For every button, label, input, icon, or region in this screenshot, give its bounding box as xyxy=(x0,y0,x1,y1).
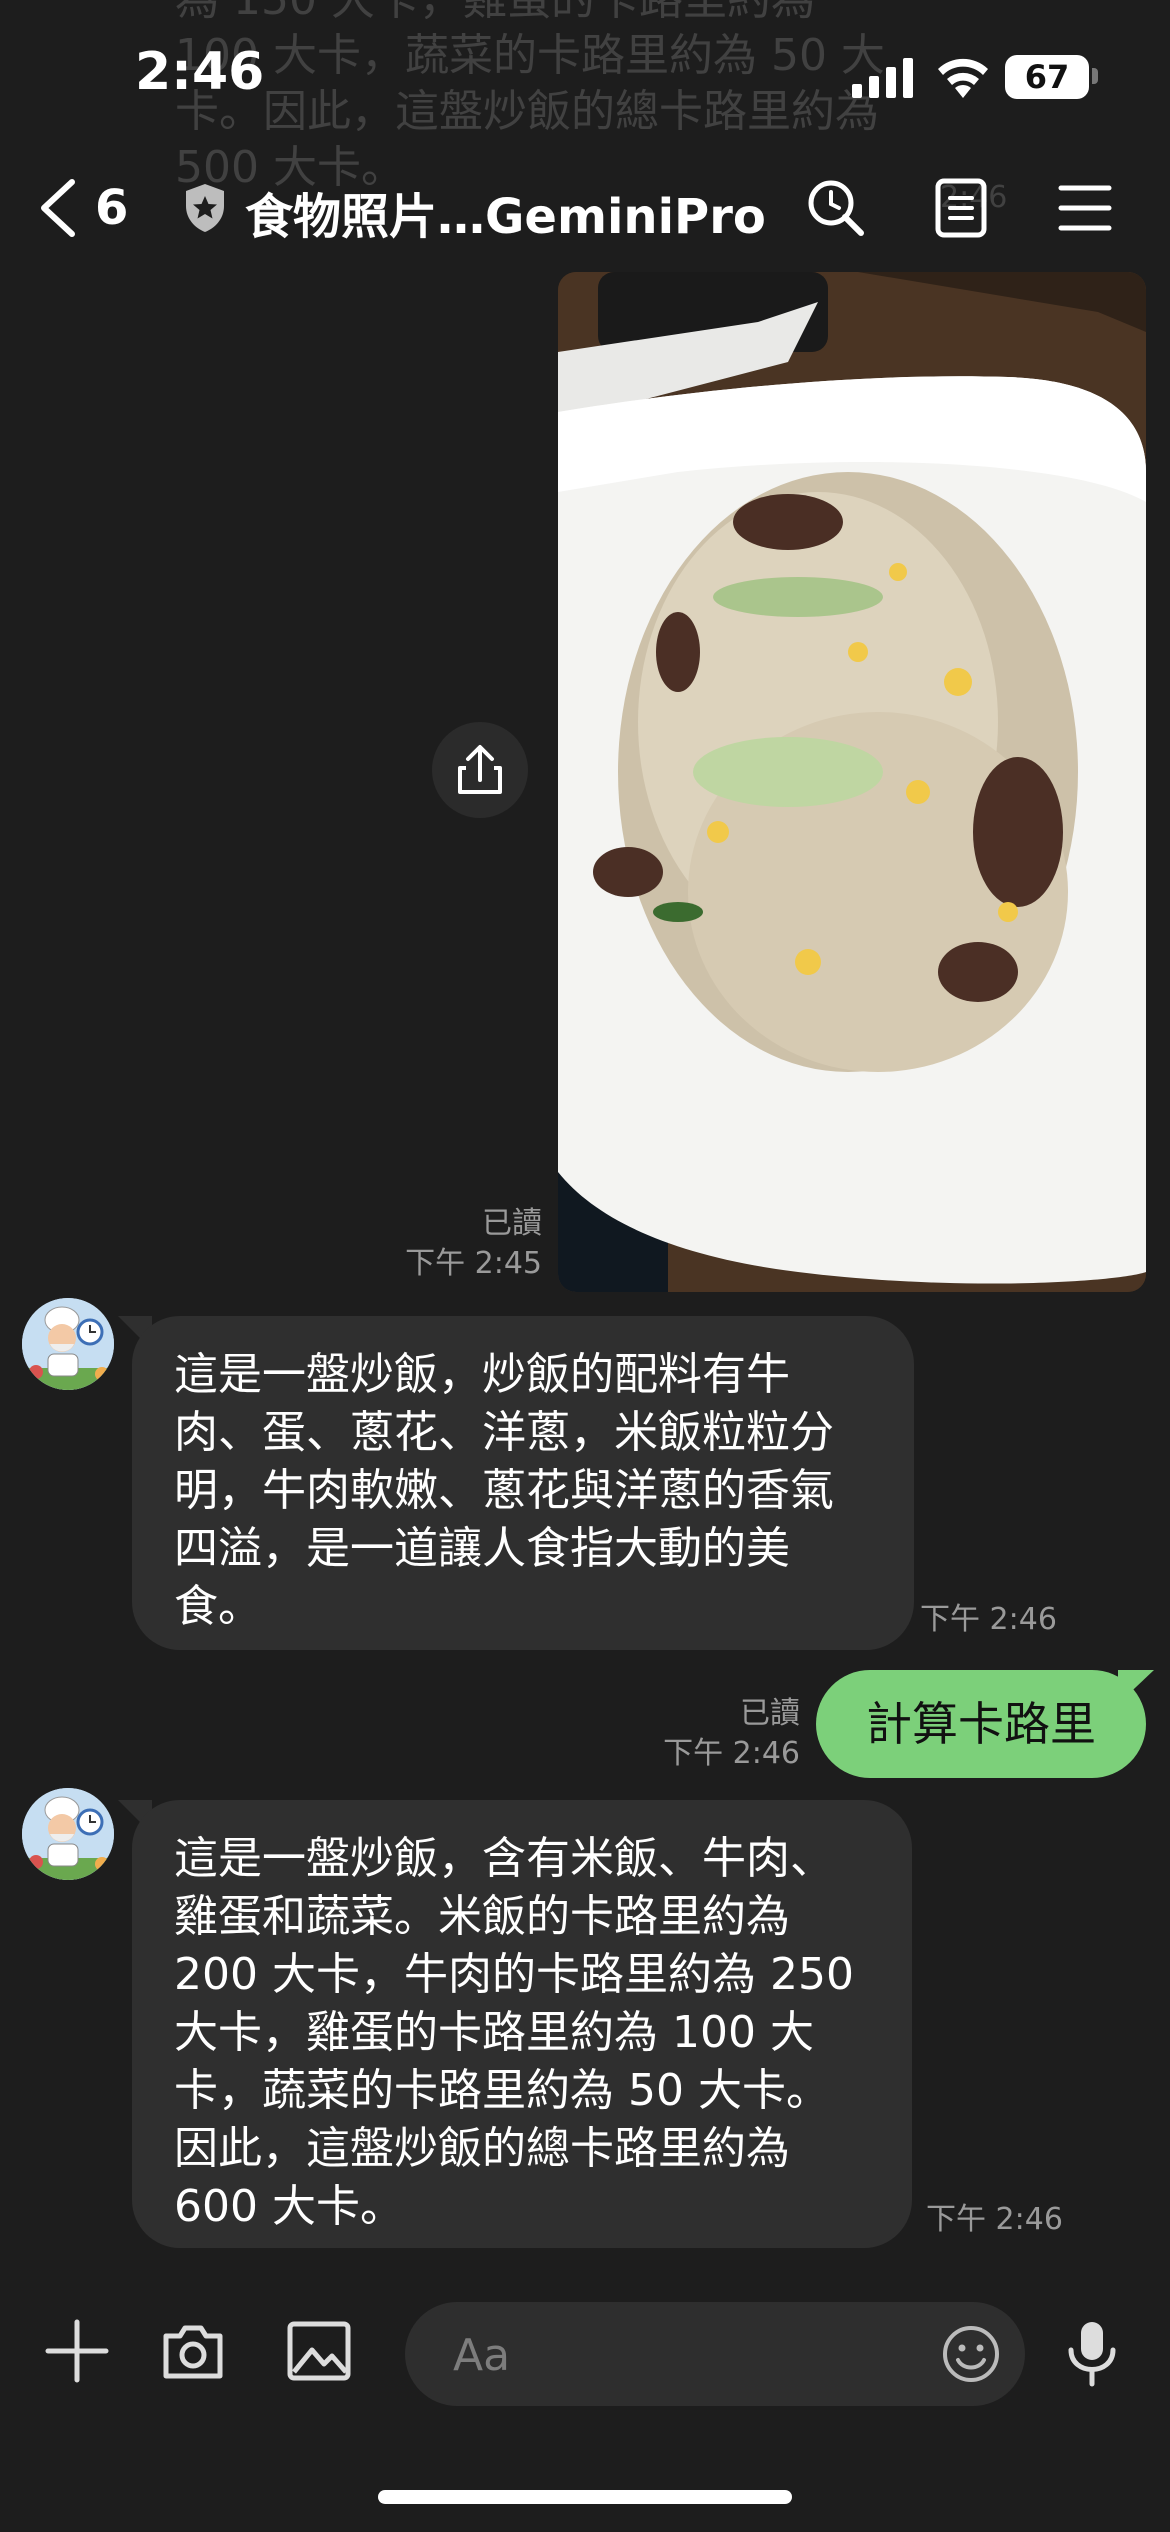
share-icon xyxy=(458,745,502,794)
image-icon[interactable] xyxy=(286,2318,352,2384)
user-message-bubble[interactable]: 計算卡路里 xyxy=(816,1670,1146,1778)
message-input-field[interactable] xyxy=(405,2302,1025,2406)
read-receipt: 已讀 xyxy=(482,1206,542,1241)
fried-rice-photo-image xyxy=(558,272,1146,1292)
plus-icon[interactable] xyxy=(44,2318,110,2384)
message-time: 下午 2:46 xyxy=(926,2202,1063,2237)
emoji-icon[interactable] xyxy=(941,2324,1001,2384)
battery-cap xyxy=(1092,68,1098,84)
notes-icon[interactable] xyxy=(935,178,987,238)
bot-avatar[interactable] xyxy=(22,1788,114,1880)
read-receipt: 已讀 xyxy=(740,1696,800,1731)
cellular-signal-icon xyxy=(852,58,913,98)
shield-icon xyxy=(186,184,224,232)
search-icon[interactable] xyxy=(806,178,866,238)
battery-level: 67 xyxy=(1005,55,1089,99)
unread-count[interactable]: 6 xyxy=(95,180,128,236)
message-time: 下午 2:46 xyxy=(663,1736,800,1771)
menu-icon[interactable] xyxy=(1058,178,1112,238)
message-time: 下午 2:46 xyxy=(920,1602,1057,1637)
bot-message-bubble[interactable]: 這是一盤炒飯，炒飯的配料有牛肉、蛋、蔥花、洋蔥，米飯粒粒分明，牛肉軟嫩、蔥花與洋… xyxy=(132,1316,914,1650)
message-3-meta: 已讀 下午 2:46 xyxy=(630,1694,800,1774)
chat-header: 6 食物照片…GeminiPro xyxy=(0,160,1170,260)
message-1-meta: 已讀 下午 2:45 xyxy=(360,1204,542,1284)
camera-icon[interactable] xyxy=(160,2318,226,2384)
message-text: 計算卡路里 xyxy=(866,1697,1096,1751)
chef-avatar-icon xyxy=(22,1298,114,1390)
bot-avatar[interactable] xyxy=(22,1298,114,1390)
message-time: 下午 2:45 xyxy=(405,1246,542,1281)
microphone-icon[interactable] xyxy=(1062,2318,1122,2390)
message-text: 這是一盤炒飯，炒飯的配料有牛肉、蛋、蔥花、洋蔥，米飯粒粒分明，牛肉軟嫩、蔥花與洋… xyxy=(174,1349,834,1632)
home-indicator xyxy=(378,2490,792,2504)
message-input[interactable] xyxy=(451,2324,915,2386)
wifi-icon xyxy=(938,58,988,98)
bot-message-bubble[interactable]: 這是一盤炒飯，含有米飯、牛肉、雞蛋和蔬菜。米飯的卡路里約為 200 大卡，牛肉的… xyxy=(132,1800,912,2248)
status-bar: 2:46 67 xyxy=(0,0,1170,150)
chat-title[interactable]: 食物照片…GeminiPro xyxy=(245,177,766,247)
status-time: 2:46 xyxy=(135,42,265,102)
message-text: 這是一盤炒飯，含有米飯、牛肉、雞蛋和蔬菜。米飯的卡路里約為 200 大卡，牛肉的… xyxy=(174,1833,854,2232)
share-button[interactable] xyxy=(432,722,528,818)
food-photo[interactable] xyxy=(558,272,1146,1292)
back-chevron-icon[interactable] xyxy=(36,178,80,238)
chef-avatar-icon xyxy=(22,1788,114,1880)
